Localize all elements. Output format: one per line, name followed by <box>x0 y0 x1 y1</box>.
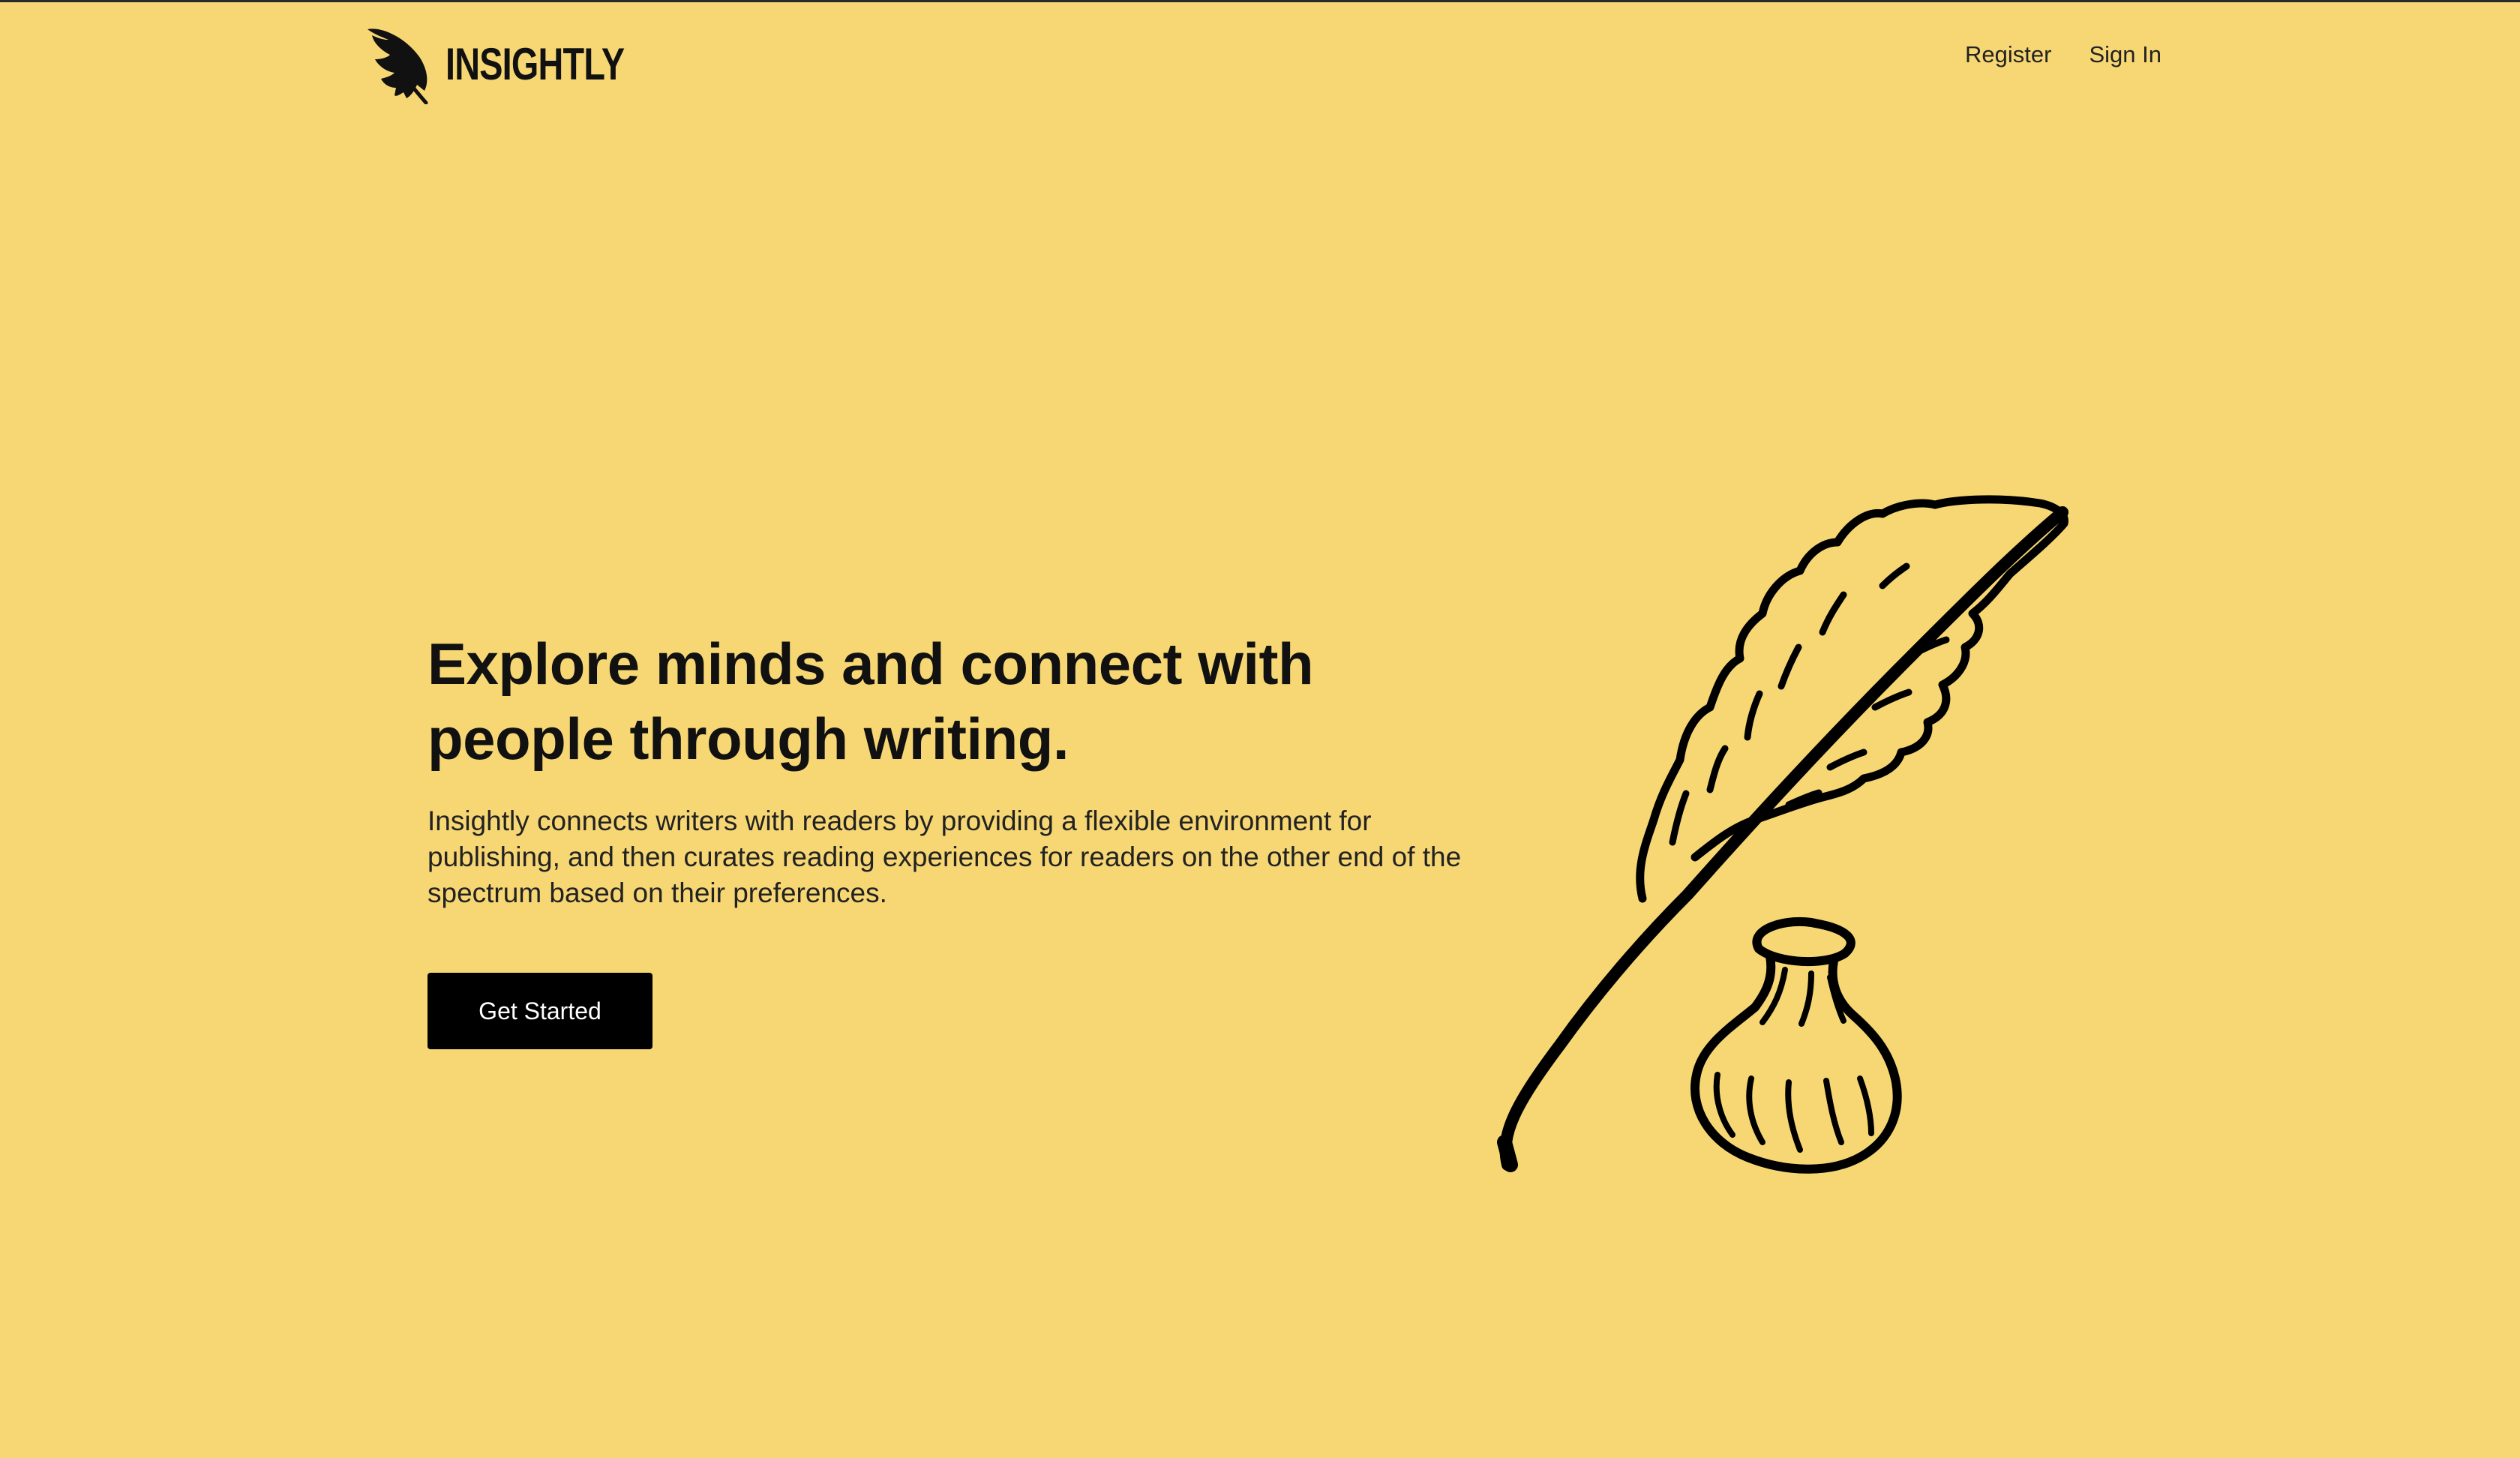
sign-in-link[interactable]: Sign In <box>2089 43 2162 66</box>
hero-title: Explore minds and connect with people th… <box>428 631 1314 772</box>
top-nav: Register Sign In <box>1965 43 2162 66</box>
landing-page: INSIGHTLY Register Sign In Explore minds… <box>0 0 2520 1458</box>
hero-description: Insightly connects writers with readers … <box>428 806 1462 908</box>
brand-home-link[interactable]: INSIGHTLY <box>364 25 675 104</box>
get-started-button[interactable]: Get Started <box>428 973 652 1049</box>
brand-name: INSIGHTLY <box>446 39 625 89</box>
quill-feather-icon <box>368 28 428 104</box>
register-link[interactable]: Register <box>1965 43 2051 66</box>
quill-and-inkwell-illustration <box>1497 495 2068 1174</box>
